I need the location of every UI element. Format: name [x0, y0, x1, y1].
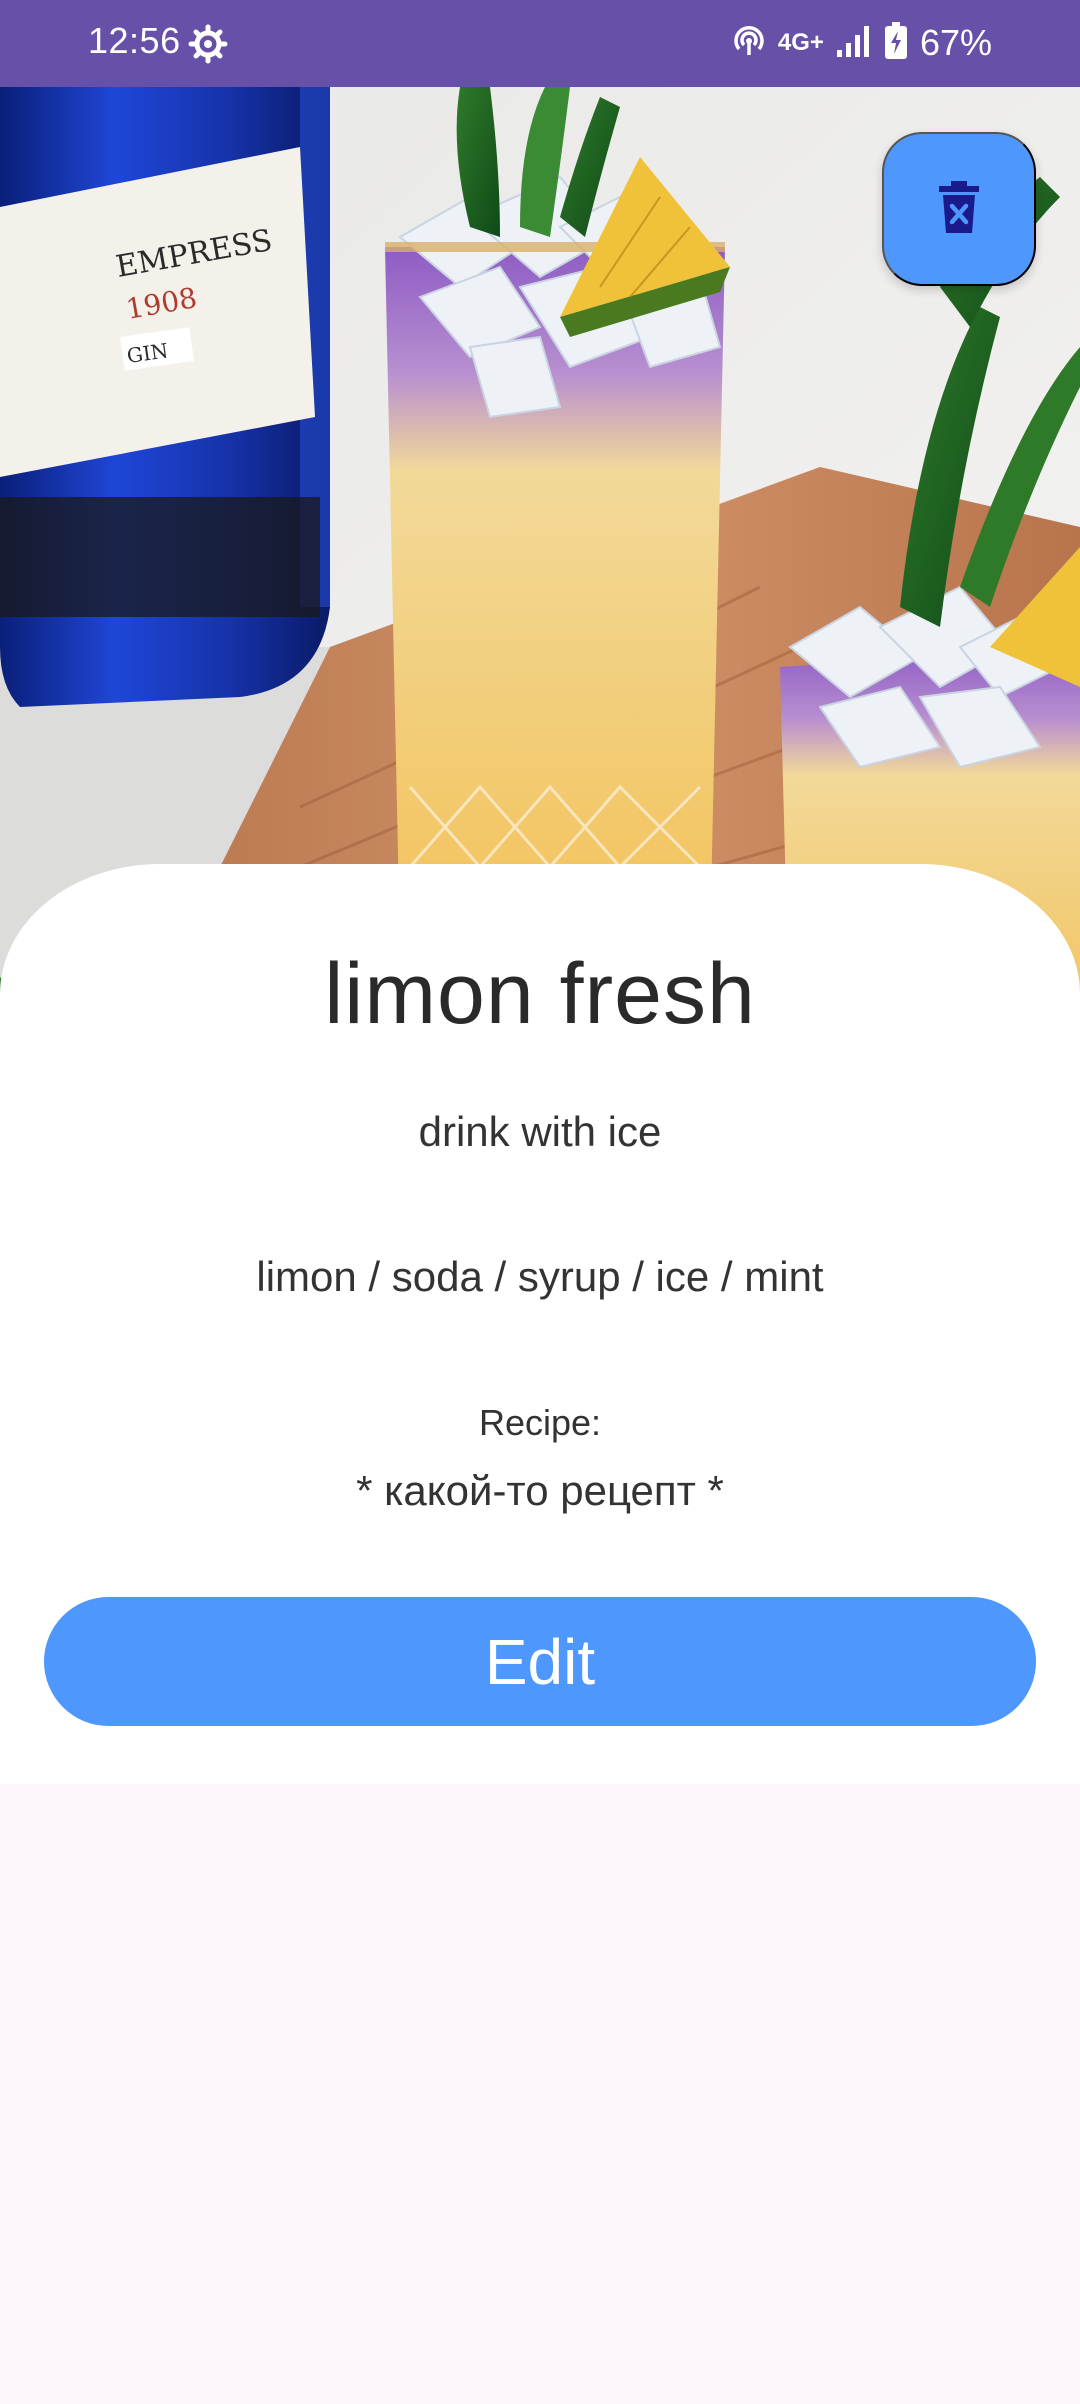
recipe-text: * какой-то рецепт * [356, 1467, 724, 1514]
battery-percent: 67% [919, 22, 992, 63]
delete-button[interactable] [882, 132, 1036, 286]
edit-button[interactable]: Edit [44, 1597, 1036, 1726]
delete-icon [937, 180, 981, 238]
settings-gear-icon [188, 24, 228, 64]
status-time: 12:56 [88, 20, 181, 61]
status-indicators: 4G+ 67% [732, 18, 992, 68]
network-type: 4G+ [777, 29, 824, 56]
signal-icon [836, 24, 872, 63]
drink-description: drink with ice [418, 1108, 662, 1155]
battery-charging-icon [884, 21, 908, 65]
drink-ingredients: limon / soda / syrup / ice / mint [256, 1253, 824, 1300]
status-bar: 12:56 4G+ 67% [0, 0, 1080, 87]
drink-name: limon fresh [324, 946, 756, 1042]
hotspot-icon [732, 24, 766, 63]
recipe-label: Recipe: [478, 1402, 602, 1443]
